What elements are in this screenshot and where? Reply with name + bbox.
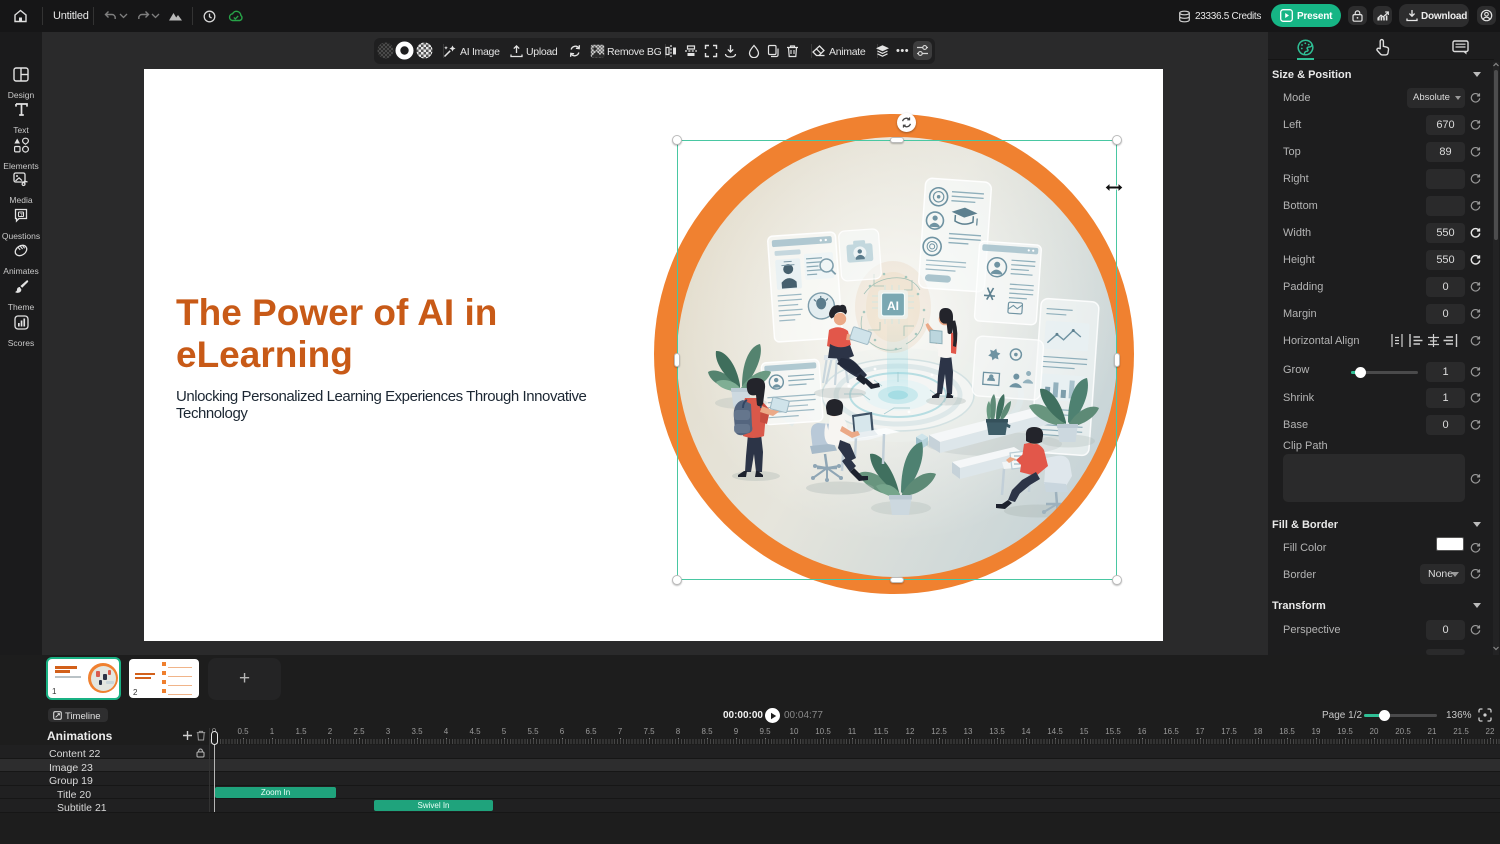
svg-text:?: ? [20, 212, 23, 217]
